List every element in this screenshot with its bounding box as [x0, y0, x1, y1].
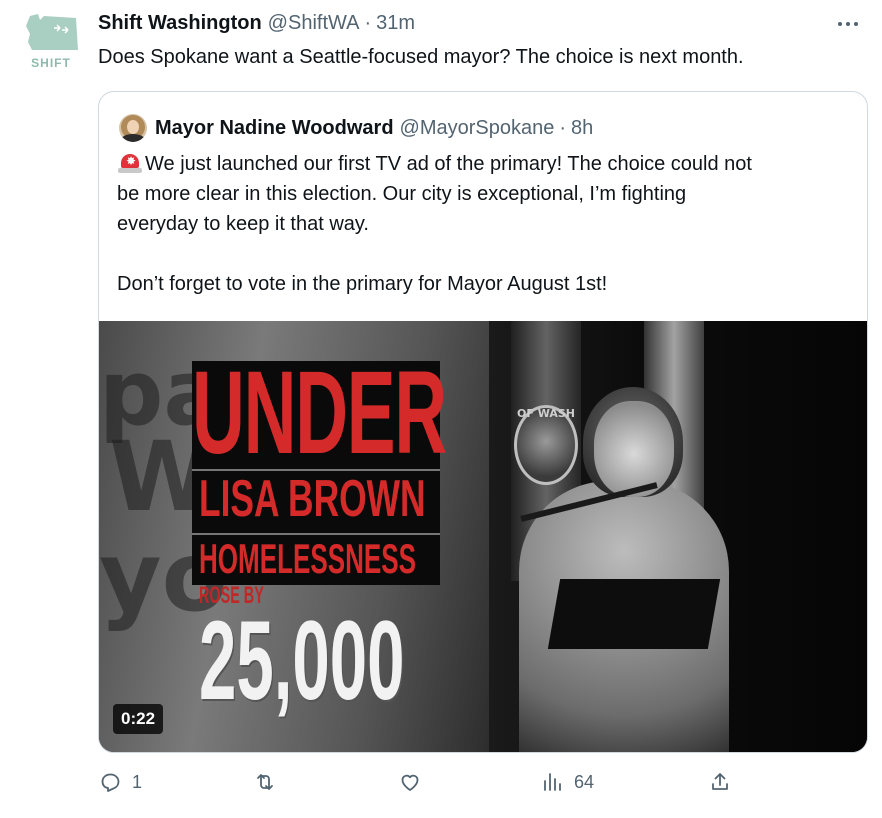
tweet-time[interactable]: 31m: [376, 12, 415, 35]
like-button[interactable]: [398, 770, 432, 794]
tweet-actions: 1 64: [98, 770, 758, 804]
rotating-light-icon: ✸: [117, 151, 143, 173]
podium: [547, 579, 721, 649]
author-avatar[interactable]: SHIFT: [20, 8, 82, 70]
heart-icon: [401, 774, 419, 791]
share-button[interactable]: [708, 770, 732, 794]
reply-icon: [101, 773, 120, 792]
seal-text: OF WASH: [517, 407, 575, 420]
quoted-tweet-header: Mayor Nadine Woodward @MayorSpokane · 8h: [119, 114, 593, 142]
tweet-text: Does Spokane want a Seattle-focused mayo…: [98, 46, 744, 68]
quoted-author-avatar[interactable]: [119, 114, 147, 142]
quoted-author-handle[interactable]: @MayorSpokane: [400, 117, 555, 140]
views-button[interactable]: 64: [540, 770, 594, 794]
retweet-button[interactable]: [253, 770, 287, 794]
quoted-header-separator: ·: [559, 116, 567, 139]
video-player[interactable]: pa W yo OF WASH UNDER LISA BROWN HOMELES…: [99, 321, 867, 752]
header-separator: ·: [364, 11, 372, 34]
share-icon: [712, 773, 728, 790]
reply-count: 1: [132, 771, 143, 792]
more-options-icon[interactable]: [838, 14, 864, 34]
quoted-text-line-1: We just launched our first TV ad of the …: [145, 153, 752, 175]
quoted-text-line-3: everyday to keep it that way.: [117, 213, 369, 235]
overlay-under-text: UNDER: [192, 347, 447, 479]
overlay-number-text: 25,000: [199, 598, 405, 723]
overlay-homelessness-text: HOMELESSNESS: [199, 535, 417, 582]
quoted-text-line-4: Don’t forget to vote in the primary for …: [117, 273, 608, 295]
views-count: 64: [574, 771, 595, 792]
washington-state-logo-icon: [26, 14, 78, 50]
overlay-lisa-brown-text: LISA BROWN: [199, 470, 426, 528]
avatar-label: SHIFT: [31, 56, 71, 70]
quoted-author-name[interactable]: Mayor Nadine Woodward: [155, 117, 394, 140]
retweet-icon: [257, 774, 273, 790]
author-name[interactable]: Shift Washington: [98, 12, 262, 35]
author-handle[interactable]: @ShiftWA: [268, 12, 360, 35]
quoted-text-line-2: be more clear in this election. Our city…: [117, 183, 687, 205]
video-duration-badge: 0:22: [113, 704, 164, 734]
speaker-head: [594, 401, 674, 497]
quoted-tweet-text: ✸ We just launched our first TV ad of the…: [117, 149, 857, 299]
quoted-tweet-time[interactable]: 8h: [571, 117, 593, 140]
reply-button[interactable]: 1: [98, 770, 142, 794]
quoted-tweet[interactable]: Mayor Nadine Woodward @MayorSpokane · 8h…: [98, 91, 868, 753]
tweet-header: Shift Washington @ShiftWA · 31m: [98, 10, 415, 36]
views-chart-icon: [544, 773, 561, 791]
